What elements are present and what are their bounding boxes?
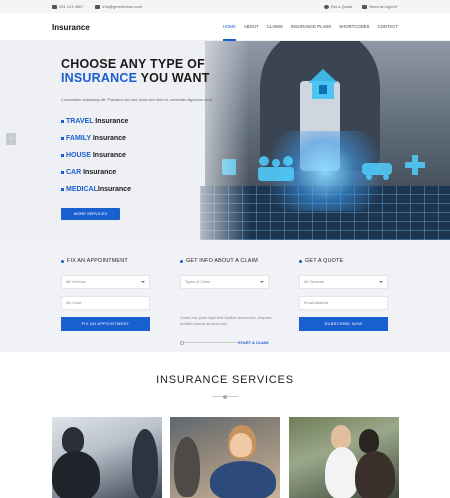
hero-slider: CHOOSE ANY TYPE OF INSURANCE YOU WANT Co…: [0, 41, 450, 240]
service-card-image[interactable]: [289, 417, 399, 498]
top-bar: 251 123 4567 info@greenfuture.com Get a …: [0, 0, 450, 13]
service-select[interactable]: All Services: [61, 275, 150, 289]
claim-title: GET INFO ABOUT A CLAIM: [180, 258, 270, 264]
claim-info: GET INFO ABOUT A CLAIM Types of Claim Do…: [180, 258, 272, 345]
service-card-image[interactable]: [52, 417, 162, 498]
phone-icon: [52, 4, 57, 9]
nav-about[interactable]: ABOUT: [244, 24, 259, 29]
nav-home[interactable]: HOME: [222, 24, 236, 41]
title-divider-right: [227, 396, 238, 397]
person-shape: [210, 461, 276, 498]
need-agent-link[interactable]: Need an Agent?: [362, 4, 398, 9]
person-shape: [174, 437, 200, 497]
title-divider-left: [212, 396, 223, 397]
person-shape: [132, 429, 158, 498]
nav-contact[interactable]: CONTACT: [378, 24, 398, 29]
zip-code-field[interactable]: Zip Code: [61, 296, 150, 310]
bullet-icon: [61, 154, 64, 157]
person-shape: [355, 451, 395, 498]
claim-description: Donec nec justo eget felis facilisis fer…: [180, 316, 272, 326]
hero-lead-text: Consectetur adipiscing elit. Praesent or…: [61, 98, 213, 102]
person-shape: [230, 433, 252, 457]
main-header: Insurance HOME ABOUT CLAIMS INSURANCE PL…: [0, 13, 450, 41]
nav-insurance-plans[interactable]: INSURANCE PLANS: [291, 24, 332, 29]
get-quote-link[interactable]: Get a Quote: [323, 4, 352, 9]
bullet-icon: [61, 188, 64, 191]
person-shape: [52, 451, 100, 498]
forms-section: FIX AN APPOINTMENT All Services Zip Code…: [0, 240, 450, 352]
slider-prev-arrow[interactable]: ‹: [6, 133, 16, 145]
mail-icon: [95, 4, 101, 9]
bullet-icon: [61, 171, 64, 174]
nav-shortcodes[interactable]: SHORTCODES: [339, 24, 369, 29]
claim-type-select[interactable]: Types of Claim: [180, 275, 269, 289]
fix-appointment-button[interactable]: FIX AN APPOINTMENT: [61, 317, 150, 331]
chevron-down-icon: [141, 281, 145, 283]
house-icon: [308, 69, 338, 99]
person-shape: [359, 429, 379, 453]
nav-claims[interactable]: CLAIMS: [267, 24, 283, 29]
email-contact[interactable]: info@greenfuture.com: [95, 4, 142, 9]
car-icon: [362, 163, 392, 175]
person-shape: [325, 447, 359, 498]
email-field[interactable]: Email Address: [299, 296, 388, 310]
quote-title: GET A QUOTE: [299, 258, 389, 264]
start-claim-link[interactable]: START A CLAIM: [238, 340, 269, 345]
services-section: INSURANCE SERVICES: [0, 352, 450, 498]
person-shape: [62, 427, 84, 453]
bullet-icon: [61, 137, 64, 140]
claim-divider: [180, 342, 238, 343]
quote-form: GET A QUOTE All Services Email Address S…: [299, 258, 389, 331]
subscribe-button[interactable]: SUBSCRIBE NOW: [299, 317, 388, 331]
bullet-icon: [61, 120, 64, 123]
site-logo[interactable]: Insurance: [52, 23, 90, 32]
person-shape: [331, 425, 351, 449]
phone-contact[interactable]: 251 123 4567: [52, 4, 83, 9]
family-icon: [259, 156, 269, 166]
more-services-button[interactable]: MORE SERVICES: [61, 208, 120, 220]
chevron-down-icon: [379, 281, 383, 283]
hero-title: CHOOSE ANY TYPE OF INSURANCE YOU WANT: [61, 57, 210, 85]
appointment-form: FIX AN APPOINTMENT All Services Zip Code…: [61, 258, 151, 331]
appointment-title: FIX AN APPOINTMENT: [61, 258, 151, 264]
main-nav: HOME ABOUT CLAIMS INSURANCE PLANS SHORTC…: [222, 24, 398, 41]
quote-service-select[interactable]: All Services: [299, 275, 388, 289]
claim-dot-icon: [180, 340, 184, 345]
services-title: INSURANCE SERVICES: [156, 374, 294, 386]
chevron-down-icon: [260, 281, 264, 283]
user-icon: [362, 4, 368, 9]
info-icon: [323, 4, 329, 9]
service-card-image[interactable]: [170, 417, 280, 498]
